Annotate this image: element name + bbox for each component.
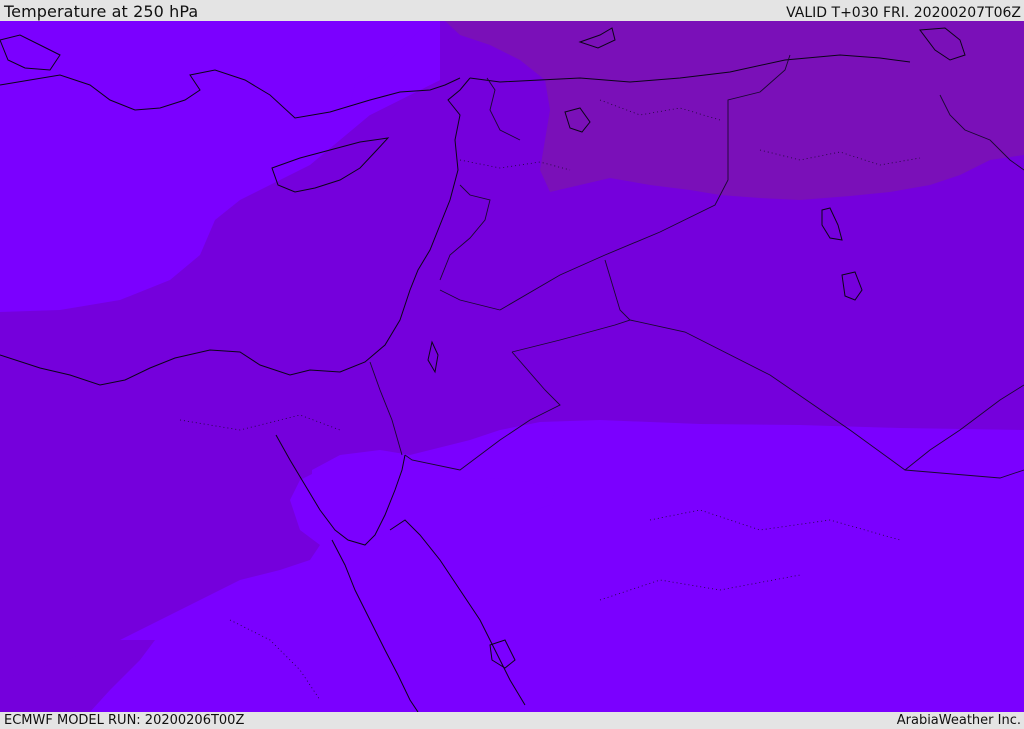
temperature-map xyxy=(0,21,1024,712)
credit-label: ArabiaWeather Inc. xyxy=(896,713,1021,728)
footer-bar: ECMWF MODEL RUN: 20200206T00Z ArabiaWeat… xyxy=(0,712,1024,729)
weather-map-window: Temperature at 250 hPa VALID T+030 FRI. … xyxy=(0,0,1024,729)
header-bar: Temperature at 250 hPa VALID T+030 FRI. … xyxy=(0,0,1024,21)
map-title: Temperature at 250 hPa xyxy=(4,2,199,21)
valid-time-label: VALID T+030 FRI. 20200207T06Z xyxy=(786,5,1021,21)
model-run-label: ECMWF MODEL RUN: 20200206T00Z xyxy=(4,713,245,728)
